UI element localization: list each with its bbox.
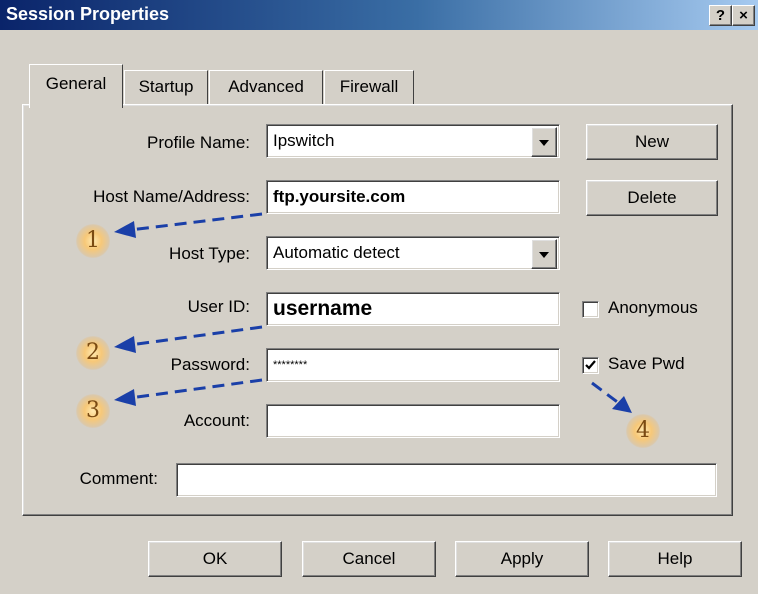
marker-1: 1 <box>76 224 110 258</box>
arrow-4 <box>591 381 621 406</box>
cancel-button[interactable]: Cancel <box>302 541 436 577</box>
arrow-3 <box>129 378 263 400</box>
arrow-1 <box>129 212 263 232</box>
arrow-2 <box>129 325 263 347</box>
marker-3: 3 <box>76 394 110 428</box>
ok-button[interactable]: OK <box>148 541 282 577</box>
marker-4: 4 <box>626 414 660 448</box>
tab-general[interactable]: General <box>29 64 123 108</box>
marker-2: 2 <box>76 336 110 370</box>
tab-general-label: General <box>45 74 107 93</box>
apply-button[interactable]: Apply <box>455 541 589 577</box>
help-button[interactable]: Help <box>608 541 742 577</box>
